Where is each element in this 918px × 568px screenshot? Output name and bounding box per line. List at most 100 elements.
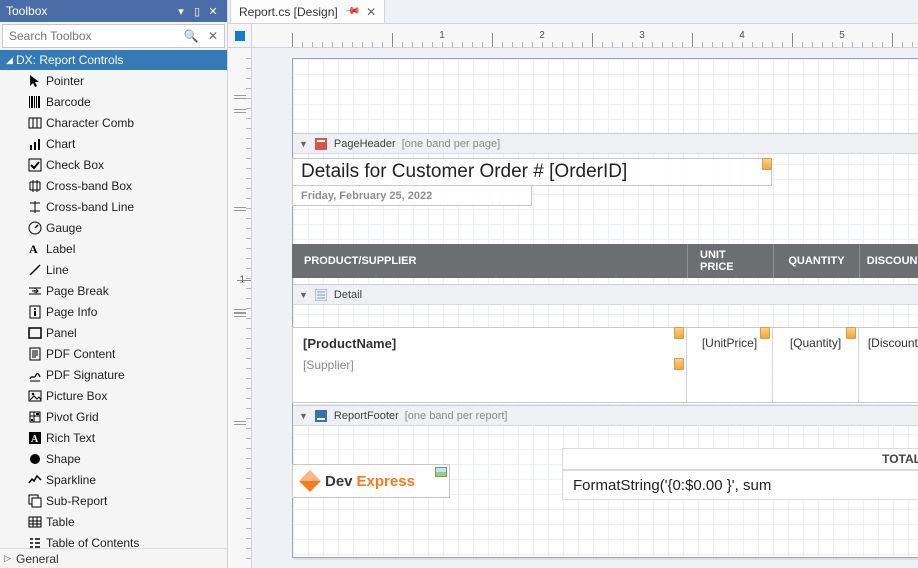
detail-table-row[interactable]: [ProductName] [Supplier] [UnitPrice] [292, 327, 918, 403]
toolbox-item-label: PDF Content [46, 347, 115, 361]
toolbox-item-list: PointerBarcodeCharacter Comb Chart Check B… [0, 70, 227, 548]
search-icon[interactable]: 🔍 [180, 29, 202, 43]
toolbox-title: Toolbox [6, 4, 173, 18]
label-total[interactable]: TOTAL [562, 448, 918, 470]
toolbox-item-sub-report[interactable]: Sub-Report [0, 490, 227, 511]
field-supplier[interactable]: [Supplier] [303, 358, 354, 372]
field-discount[interactable]: [Discount] [859, 336, 918, 350]
close-icon[interactable]: ✕ [366, 5, 376, 19]
toolbox-item-page-info[interactable]: Page Info [0, 301, 227, 322]
toolbox-item-label: Sparkline [46, 473, 96, 487]
toolbox-item-character-comb[interactable]: Character Comb [0, 112, 227, 133]
band-header-detail[interactable]: ▼ Detail [293, 285, 918, 305]
column-header-quantity[interactable]: QUANTITY [774, 244, 860, 278]
pin-icon[interactable]: 📌 [344, 3, 361, 20]
toolbox-item-shape[interactable]: Shape [0, 448, 227, 469]
logo-text-express: Express [357, 473, 415, 490]
field-unitprice[interactable]: [UnitPrice] [687, 336, 772, 350]
toolbox-item-pivot-grid[interactable]: Pivot Grid [0, 406, 227, 427]
table-header-row[interactable]: PRODUCT/SUPPLIER UNIT PRICE QUANTITY DIS… [292, 244, 918, 278]
field-product-name[interactable]: [ProductName] [303, 336, 396, 351]
toolbox-panel: Toolbox ▾ ▯ ✕ 🔍 ✕ ◢ DX: Report Controls … [0, 0, 228, 568]
detail-band-icon [314, 289, 328, 301]
toolbox-item-check-box[interactable]: Check Box [0, 154, 227, 175]
cell-product[interactable]: [ProductName] [Supplier] [293, 328, 687, 402]
toolbox-search: 🔍 ✕ [2, 24, 225, 48]
cell-discount[interactable]: [Discount] [859, 328, 918, 402]
band-header-pageheader[interactable]: ▼ PageHeader [one band per page] [293, 134, 918, 154]
report-page[interactable]: ▼ PageHeader [one band per page] Details… [292, 58, 918, 558]
toolbox-item-pointer[interactable]: Pointer [0, 70, 227, 91]
toolbox-item-pdf-signature[interactable]: PDF Signature [0, 364, 227, 385]
toolbox-header: Toolbox ▾ ▯ ✕ [0, 0, 227, 22]
toolbox-item-label[interactable]: Label [0, 238, 227, 259]
band-reportfooter[interactable]: ▼ ReportFooter [one band per report] TOT… [293, 405, 918, 536]
toolbox-search-input[interactable] [3, 27, 180, 45]
picbox-icon [24, 389, 46, 403]
band-header-reportfooter[interactable]: ▼ ReportFooter [one band per report] [293, 406, 918, 426]
toolbox-item-pdf-content[interactable]: PDF Content [0, 343, 227, 364]
ruler-horizontal[interactable]: 12345 [252, 24, 918, 48]
toolbox-group-general[interactable]: ▷ General [0, 548, 227, 568]
toolbox-item-picture-box[interactable]: Picture Box [0, 385, 227, 406]
toolbox-item-page-break[interactable]: Page Break [0, 280, 227, 301]
toolbox-item-cross-band-box[interactable]: Cross-band Box [0, 175, 227, 196]
column-header-product[interactable]: PRODUCT/SUPPLIER [292, 244, 688, 278]
subreport-icon [24, 494, 46, 508]
toolbox-item-label: Chart [46, 137, 75, 151]
toolbox-group-report-controls[interactable]: ◢ DX: Report Controls [0, 50, 227, 70]
toolbox-item-label: Shape [46, 452, 81, 466]
toolbox-item-table-of-contents[interactable]: Table of Contents [0, 532, 227, 548]
toolbox-item-chart[interactable]: Chart [0, 133, 227, 154]
richtext-icon [24, 431, 46, 445]
column-header-unitprice[interactable]: UNIT PRICE [688, 244, 774, 278]
toolbox-item-sparkline[interactable]: Sparkline [0, 469, 227, 490]
column-header-discount[interactable]: DISCOUNT [860, 244, 918, 278]
toolbox-group-general-label: General [16, 552, 59, 566]
smart-tag-icon[interactable] [762, 158, 772, 170]
panel-icon [24, 326, 46, 340]
shape-icon [24, 452, 46, 466]
toolbox-pin-icon[interactable]: ▯ [189, 5, 205, 18]
tab-report-design[interactable]: Report.cs [Design] 📌 ✕ [230, 0, 385, 23]
smart-tag-icon[interactable] [674, 327, 684, 339]
toolbox-item-label: Sub-Report [46, 494, 107, 508]
toolbox-item-table[interactable]: Table [0, 511, 227, 532]
toolbox-item-label: Pivot Grid [46, 410, 99, 424]
picture-placeholder-icon [435, 467, 447, 477]
toolbox-search-clear-icon[interactable]: ✕ [202, 29, 224, 43]
ruler-vertical[interactable]: 1 [228, 48, 252, 568]
toolbox-menu-icon[interactable]: ▾ [173, 5, 189, 18]
label-order-date[interactable]: Friday, February 25, 2022 [292, 186, 532, 206]
toolbox-item-label: Panel [46, 326, 77, 340]
gauge-icon [24, 221, 46, 235]
toolbox-item-label: Line [46, 263, 69, 277]
band-pageheader[interactable]: ▼ PageHeader [one band per page] Details… [293, 133, 918, 284]
toolbox-item-panel[interactable]: Panel [0, 322, 227, 343]
cell-quantity[interactable]: [Quantity] [773, 328, 859, 402]
toolbox-item-cross-band-line[interactable]: Cross-band Line [0, 196, 227, 217]
caret-down-icon: ▼ [299, 290, 308, 300]
label-order-title[interactable]: Details for Customer Order # [OrderID] [292, 158, 772, 186]
smart-tag-icon[interactable] [674, 358, 684, 370]
toolbox-item-rich-text[interactable]: Rich Text [0, 427, 227, 448]
toolbox-item-label: Picture Box [46, 389, 107, 403]
ruler-corner[interactable] [228, 24, 252, 48]
field-quantity[interactable]: [Quantity] [773, 336, 858, 350]
pageinfo-icon [24, 305, 46, 319]
toolbox-item-barcode[interactable]: Barcode [0, 91, 227, 112]
cbbox-icon [24, 179, 46, 193]
band-detail[interactable]: ▼ Detail [ProductName] [Supplier] [293, 284, 918, 405]
cbline-icon [24, 200, 46, 214]
toolbox-item-gauge[interactable]: Gauge [0, 217, 227, 238]
toolbox-item-line[interactable]: Line [0, 259, 227, 280]
caret-right-icon: ▷ [4, 553, 16, 564]
pagebreak-icon [24, 284, 46, 298]
toolbox-item-label: Table [46, 515, 75, 529]
label-total-formatstring[interactable]: FormatString('{0:$0.00 }', sum [562, 470, 918, 500]
toc-icon [24, 536, 46, 549]
design-canvas[interactable]: ▼ PageHeader [one band per page] Details… [252, 48, 918, 568]
cell-unitprice[interactable]: [UnitPrice] [687, 328, 773, 402]
picturebox-logo[interactable]: DevExpress [292, 464, 450, 498]
toolbox-close-icon[interactable]: ✕ [205, 5, 221, 18]
